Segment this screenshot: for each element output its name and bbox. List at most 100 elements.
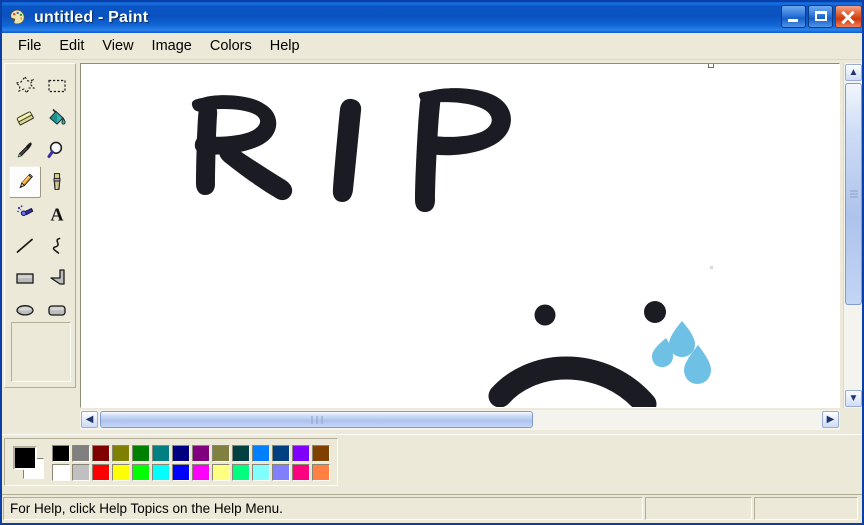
canvas-resize-handle-top[interactable]	[708, 64, 714, 68]
tool-brush[interactable]	[41, 166, 73, 198]
color-swatch-r2-c1[interactable]	[51, 463, 71, 482]
paint-window: untitled - Paint File Edit View Image Co…	[0, 0, 864, 525]
color-swatch-fill	[232, 464, 250, 481]
canvas-viewport[interactable]	[80, 63, 840, 408]
scroll-down-arrow-icon: ▼	[848, 392, 859, 404]
color-palette-inset	[4, 438, 338, 486]
tool-rectangle-select[interactable]	[41, 70, 73, 102]
menu-file[interactable]: File	[9, 35, 50, 58]
color-swatch-r1-c1[interactable]	[51, 444, 71, 463]
color-swatch-fill	[72, 445, 90, 462]
color-swatch-fill	[192, 445, 210, 462]
color-swatch-r2-c12[interactable]	[271, 463, 291, 482]
color-swatch-r1-c13[interactable]	[291, 444, 311, 463]
left-eye	[534, 304, 556, 326]
tool-text[interactable]: A	[41, 198, 73, 230]
status-bar: For Help, click Help Topics on the Help …	[2, 494, 862, 523]
horizontal-scrollbar[interactable]: ◀ ▶	[80, 410, 840, 430]
color-swatch-r2-c6[interactable]	[151, 463, 171, 482]
menu-edit[interactable]: Edit	[50, 35, 93, 58]
scroll-grip-icon	[849, 189, 858, 200]
color-swatch-r2-c5[interactable]	[131, 463, 151, 482]
color-swatch-r2-c4[interactable]	[111, 463, 131, 482]
paint-palette-icon	[8, 8, 27, 27]
tool-pencil[interactable]	[9, 166, 41, 198]
color-swatch-r1-c10[interactable]	[231, 444, 251, 463]
color-swatch-r1-c3[interactable]	[91, 444, 111, 463]
color-swatch-fill	[92, 464, 110, 481]
color-swatch-r2-c13[interactable]	[291, 463, 311, 482]
window-controls	[781, 5, 862, 28]
tool-eraser[interactable]	[9, 102, 41, 134]
drawing-canvas[interactable]	[82, 65, 839, 407]
color-swatch-fill	[212, 464, 230, 481]
color-swatch-r2-c3[interactable]	[91, 463, 111, 482]
close-button[interactable]	[835, 5, 862, 28]
color-swatch-fill	[252, 445, 270, 462]
menu-colors[interactable]: Colors	[201, 35, 261, 58]
color-swatch-r1-c5[interactable]	[131, 444, 151, 463]
maximize-button[interactable]	[808, 5, 833, 28]
tool-box: A	[4, 63, 76, 388]
tool-polygon[interactable]	[41, 262, 73, 294]
color-swatch-fill	[172, 445, 190, 462]
color-swatch-r1-c9[interactable]	[211, 444, 231, 463]
scroll-left-button[interactable]: ◀	[81, 411, 98, 428]
tool-fill[interactable]	[41, 102, 73, 134]
color-swatch-r2-c11[interactable]	[251, 463, 271, 482]
minimize-button[interactable]	[781, 5, 806, 28]
color-swatch-r2-c10[interactable]	[231, 463, 251, 482]
frown-mouth	[488, 356, 657, 407]
vertical-scroll-thumb[interactable]	[845, 83, 862, 305]
window-title: untitled - Paint	[34, 8, 149, 26]
color-swatch-r1-c11[interactable]	[251, 444, 271, 463]
menu-help[interactable]: Help	[261, 35, 309, 58]
color-swatch-r1-c12[interactable]	[271, 444, 291, 463]
color-grid	[51, 444, 331, 482]
color-swatch-r2-c8[interactable]	[191, 463, 211, 482]
color-swatch-fill	[92, 445, 110, 462]
color-swatch-r2-c7[interactable]	[171, 463, 191, 482]
tool-free-form-select[interactable]	[9, 70, 41, 102]
color-swatch-fill	[72, 464, 90, 481]
color-swatch-fill	[232, 445, 250, 462]
menu-view[interactable]: View	[93, 35, 142, 58]
color-swatch-fill	[292, 445, 310, 462]
right-eye	[644, 301, 666, 323]
status-hint: For Help, click Help Topics on the Help …	[3, 497, 643, 520]
tool-curve[interactable]	[41, 230, 73, 262]
tool-options-panel	[11, 322, 71, 382]
color-swatch-r2-c9[interactable]	[211, 463, 231, 482]
color-swatch-r1-c8[interactable]	[191, 444, 211, 463]
color-palette-bar	[2, 434, 862, 493]
tool-rectangle[interactable]	[9, 262, 41, 294]
scroll-down-button[interactable]: ▼	[845, 390, 862, 407]
color-swatch-r1-c2[interactable]	[71, 444, 91, 463]
color-swatch-fill	[112, 464, 130, 481]
tool-line[interactable]	[9, 230, 41, 262]
color-swatch-fill	[192, 464, 210, 481]
color-swatch-fill	[252, 464, 270, 481]
horizontal-scroll-thumb[interactable]	[100, 411, 533, 428]
color-swatch-r1-c4[interactable]	[111, 444, 131, 463]
svg-text:A: A	[51, 205, 64, 225]
tool-airbrush[interactable]	[9, 198, 41, 230]
title-bar: untitled - Paint	[2, 2, 862, 33]
tool-pick-color[interactable]	[9, 134, 41, 166]
vertical-scrollbar[interactable]: ▲ ▼	[843, 63, 862, 408]
color-swatch-r2-c2[interactable]	[71, 463, 91, 482]
color-swatch-r1-c6[interactable]	[151, 444, 171, 463]
letter-r	[191, 95, 293, 201]
menu-image[interactable]: Image	[143, 35, 201, 58]
foreground-color-swatch[interactable]	[13, 446, 37, 470]
color-swatch-r2-c14[interactable]	[311, 463, 331, 482]
status-cursor-position	[645, 497, 752, 520]
color-swatch-r1-c14[interactable]	[311, 444, 331, 463]
scroll-right-button[interactable]: ▶	[822, 411, 839, 428]
tool-magnifier[interactable]	[41, 134, 73, 166]
foreground-background-swatch[interactable]	[11, 444, 47, 482]
letter-i	[332, 98, 362, 202]
scroll-up-button[interactable]: ▲	[845, 64, 862, 81]
canvas-region: ▲ ▼ ◀ ▶	[80, 60, 862, 497]
color-swatch-r1-c7[interactable]	[171, 444, 191, 463]
